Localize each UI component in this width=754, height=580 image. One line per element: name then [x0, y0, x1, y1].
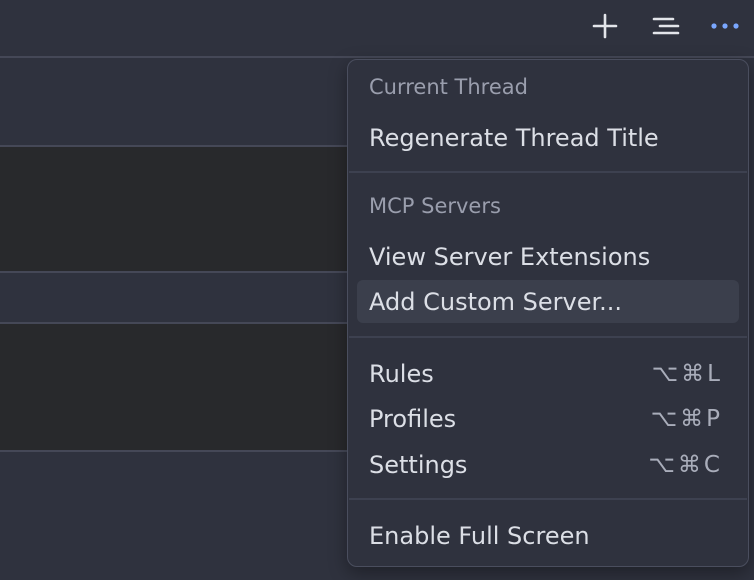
shortcut-hint: ⌥⌘P [650, 405, 723, 432]
menu-item-profiles[interactable]: Profiles ⌥⌘P [357, 397, 739, 440]
menu-divider [349, 336, 747, 338]
menu-item-label: Rules [369, 359, 434, 388]
shortcut-hint: ⌥⌘C [648, 451, 723, 478]
menu-item-label: Regenerate Thread Title [369, 123, 659, 152]
plus-icon [592, 13, 618, 39]
menu-item-regenerate-thread-title[interactable]: Regenerate Thread Title [357, 116, 739, 159]
section-label-mcp-servers: MCP Servers [369, 194, 501, 218]
menu-divider [349, 498, 747, 500]
menu-item-rules[interactable]: Rules ⌥⌘L [357, 352, 739, 395]
menu-item-enable-full-screen[interactable]: Enable Full Screen [357, 514, 739, 557]
menu-item-add-custom-server[interactable]: Add Custom Server... [357, 280, 739, 323]
menu-item-settings[interactable]: Settings ⌥⌘C [357, 443, 739, 486]
menu-item-label: Enable Full Screen [369, 521, 590, 550]
new-thread-button[interactable] [587, 8, 623, 44]
background-panel-top [0, 145, 348, 273]
menu-item-label: Settings [369, 450, 468, 479]
more-options-button[interactable] [707, 8, 743, 44]
list-icon [652, 17, 680, 35]
section-label-current-thread: Current Thread [369, 75, 528, 99]
menu-item-label: Add Custom Server... [369, 287, 623, 316]
history-button[interactable] [648, 8, 684, 44]
menu-item-label: Profiles [369, 404, 457, 433]
menu-item-view-server-extensions[interactable]: View Server Extensions [357, 235, 739, 278]
shortcut-hint: ⌥⌘L [651, 360, 723, 387]
more-options-menu: Current Thread Regenerate Thread Title M… [347, 59, 749, 567]
menu-item-label: View Server Extensions [369, 242, 651, 271]
menu-divider [349, 171, 747, 173]
background-panel-bottom [0, 322, 348, 452]
ellipsis-icon [711, 23, 739, 29]
top-toolbar [0, 0, 754, 58]
